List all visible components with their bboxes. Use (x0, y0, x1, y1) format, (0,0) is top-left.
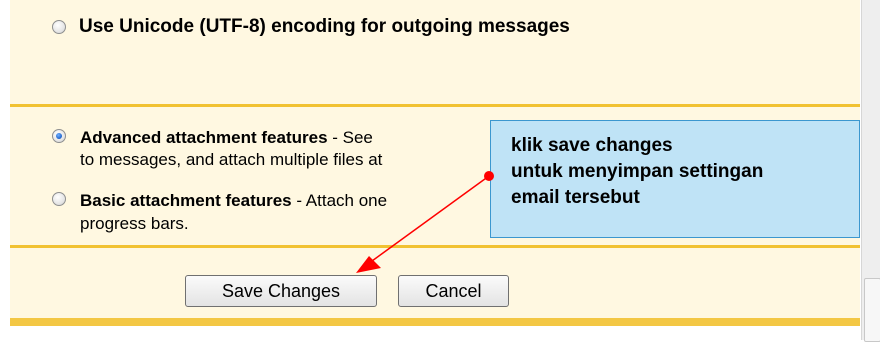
arrow-head (356, 256, 381, 273)
annotation-arrow (356, 171, 494, 273)
arrow-line (371, 175, 490, 262)
scrollbar-thumb[interactable] (864, 278, 880, 342)
arrow-origin-dot (484, 171, 494, 181)
